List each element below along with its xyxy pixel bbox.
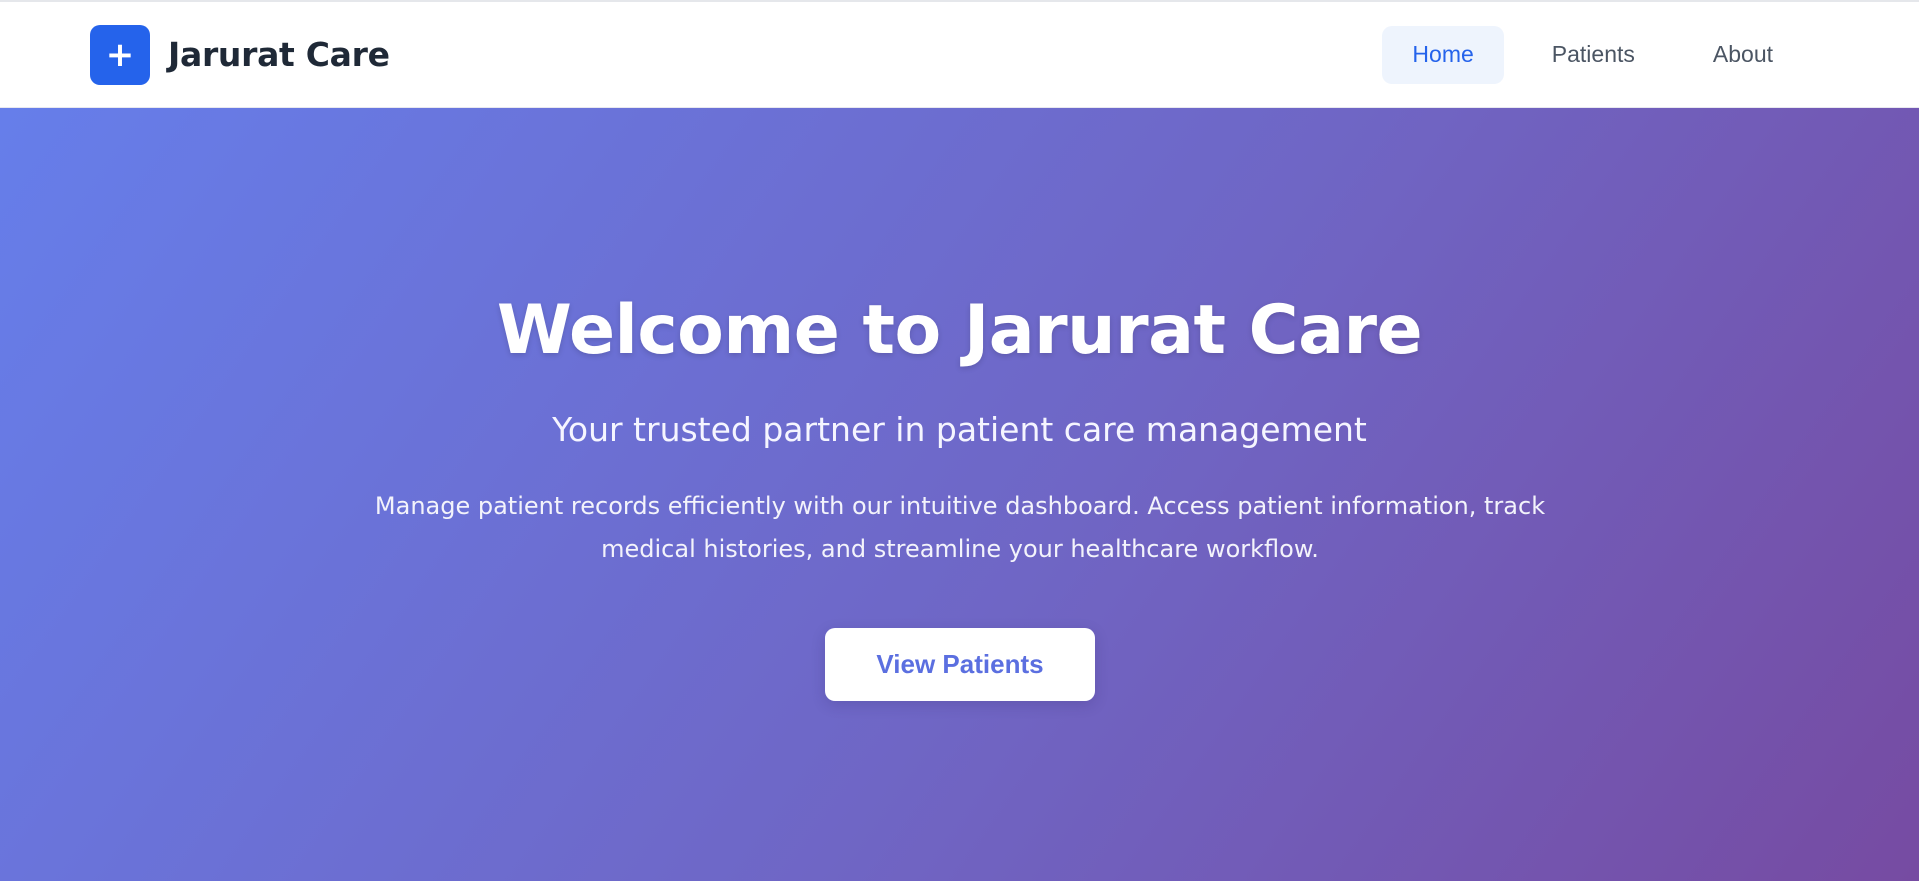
- view-patients-button[interactable]: View Patients: [825, 628, 1095, 701]
- hero-subtitle: Your trusted partner in patient care man…: [552, 410, 1367, 449]
- nav-about[interactable]: About: [1683, 26, 1803, 84]
- hero-description: Manage patient records efficiently with …: [374, 492, 1546, 563]
- hero-title: Welcome to Jarurat Care: [496, 291, 1423, 370]
- brand-name: Jarurat Care: [168, 35, 390, 74]
- main-nav: Home Patients About: [1382, 25, 1803, 84]
- nav-patients[interactable]: Patients: [1522, 26, 1665, 84]
- nav-home[interactable]: Home: [1382, 25, 1504, 84]
- hero-section: Welcome to Jarurat Care Your trusted par…: [0, 108, 1919, 881]
- plus-icon: +: [90, 24, 150, 85]
- navbar: + Jarurat Care Home Patients About: [0, 2, 1919, 108]
- brand-link[interactable]: + Jarurat Care: [90, 24, 390, 85]
